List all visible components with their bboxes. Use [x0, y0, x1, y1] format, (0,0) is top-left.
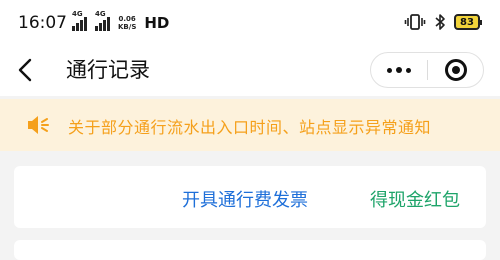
record-card [14, 240, 486, 260]
network-speed-value: 0.06 [118, 15, 136, 23]
issue-invoice-link[interactable]: 开具通行费发票 [182, 186, 308, 212]
chevron-left-icon[interactable] [14, 57, 38, 83]
vibrate-icon [404, 14, 426, 30]
hd-call-indicator: HD [144, 14, 170, 32]
page-title: 通行记录 [66, 58, 150, 82]
notice-banner[interactable]: 关于部分通行流水出入口时间、站点显示异常通知 [0, 99, 500, 151]
navigation-bar: 通行记录 [0, 44, 500, 96]
battery-level: 83 [460, 16, 474, 28]
status-right-icons: 83 [404, 13, 482, 31]
more-dots-icon[interactable] [371, 53, 427, 87]
network-indicators: 4G 4G 0.06 KB/S HD [72, 10, 170, 33]
notice-text[interactable]: 关于部分通行流水出入口时间、站点显示异常通知 [68, 114, 431, 138]
signal-label: 4G [72, 10, 83, 18]
speaker-icon [28, 116, 49, 134]
status-bar: 16:07 4G 4G 0.06 KB/S HD 83 [0, 0, 500, 44]
signal-strength-icon: 4G [95, 10, 110, 31]
bluetooth-icon [435, 14, 445, 30]
network-speed: 0.06 KB/S [118, 15, 136, 31]
action-card: 开具通行费发票 得现金红包 [14, 166, 486, 228]
network-speed-unit: KB/S [118, 23, 137, 31]
signal-label: 4G [95, 10, 106, 18]
battery-icon: 83 [454, 14, 482, 30]
mini-program-capsule [370, 52, 484, 88]
cash-red-packet-link[interactable]: 得现金红包 [370, 186, 460, 212]
target-close-icon[interactable] [428, 53, 483, 87]
signal-strength-icon: 4G [72, 10, 87, 31]
status-time: 16:07 [18, 13, 67, 33]
